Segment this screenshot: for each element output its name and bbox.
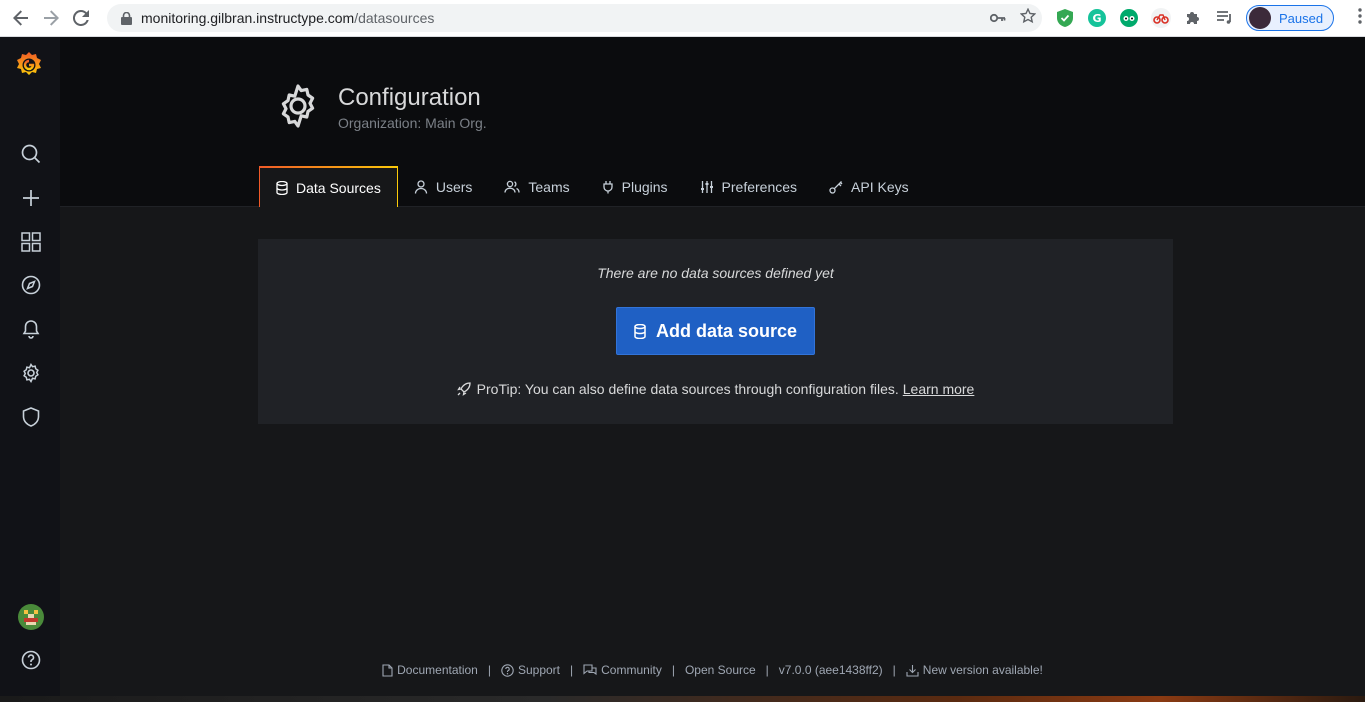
- footer-separator: |: [671, 663, 675, 677]
- lock-icon: [119, 11, 133, 25]
- star-icon[interactable]: [1019, 7, 1037, 27]
- footer-separator: |: [487, 663, 491, 677]
- puzzle-icon[interactable]: [1182, 7, 1204, 29]
- open-source-link[interactable]: Open Source: [685, 663, 756, 677]
- page-subtitle: Organization: Main Org.: [338, 115, 487, 131]
- arrow-right-icon: [44, 10, 59, 26]
- tab-label: Data Sources: [296, 179, 381, 196]
- page-title: Configuration: [338, 84, 481, 111]
- page-header: Configuration Organization: Main Org. Da…: [60, 37, 1365, 207]
- shield-extension-icon[interactable]: [1054, 7, 1076, 29]
- main-content: Configuration Organization: Main Org. Da…: [60, 37, 1365, 702]
- profile-avatar: [1249, 7, 1271, 29]
- side-menu: [0, 37, 60, 702]
- footer-label: Open Source: [684, 663, 756, 677]
- tab-label: Users: [435, 178, 473, 195]
- bike-extension-icon[interactable]: [1150, 7, 1172, 29]
- arrow-left-icon: [13, 10, 28, 26]
- tab-data-sources[interactable]: Data Sources: [259, 166, 398, 207]
- button-label: Add data source: [655, 320, 798, 341]
- config-tabs: Data Sources Users Teams Plugins Prefere…: [259, 166, 925, 207]
- document-icon: [382, 663, 393, 677]
- user-avatar[interactable]: [15, 601, 47, 633]
- key-icon: [829, 180, 843, 194]
- tab-api-keys[interactable]: API Keys: [813, 166, 925, 207]
- grafana-logo-icon[interactable]: [13, 49, 45, 81]
- footer-separator: |: [765, 663, 769, 677]
- forward-button[interactable]: [36, 3, 66, 33]
- question-circle-icon: [501, 663, 514, 677]
- footer-separator: |: [570, 663, 574, 677]
- grammarly-icon[interactable]: G: [1086, 7, 1108, 29]
- url-path: /datasources: [354, 10, 435, 26]
- tab-label: API Keys: [851, 178, 909, 195]
- dashboards-icon[interactable]: [15, 226, 47, 258]
- tab-label: Preferences: [721, 178, 798, 195]
- compass-icon[interactable]: [15, 269, 47, 301]
- download-icon: [906, 664, 919, 677]
- community-link[interactable]: Community: [583, 663, 662, 677]
- tab-label: Teams: [528, 178, 570, 195]
- key-icon[interactable]: [989, 10, 1006, 26]
- tripadvisor-icon[interactable]: [1118, 7, 1140, 29]
- footer-separator: |: [892, 663, 896, 677]
- media-queue-icon[interactable]: [1214, 7, 1236, 29]
- browser-toolbar: monitoring.gilbran.instructype.com/datas…: [0, 0, 1365, 37]
- users-icon: [504, 180, 521, 194]
- desktop-background-strip: [0, 696, 1365, 702]
- tab-plugins[interactable]: Plugins: [586, 166, 684, 207]
- search-icon[interactable]: [15, 138, 47, 170]
- back-button[interactable]: [6, 3, 36, 33]
- empty-list-cta: There are no data sources defined yet Ad…: [258, 239, 1173, 424]
- profile-chip[interactable]: Paused: [1246, 5, 1335, 31]
- footer-label: Documentation: [397, 663, 478, 677]
- bell-icon[interactable]: [15, 313, 47, 345]
- user-icon: [414, 179, 428, 194]
- database-icon: [634, 323, 646, 339]
- reload-button[interactable]: [66, 3, 96, 33]
- learn-more-link[interactable]: Learn more: [903, 381, 975, 397]
- sliders-icon: [700, 180, 714, 194]
- protip: ProTip: You can also define data sources…: [258, 381, 1173, 397]
- add-data-source-button[interactable]: Add data source: [616, 307, 815, 355]
- database-icon: [276, 180, 288, 195]
- footer: Documentation | Support | Community | Op…: [60, 663, 1365, 677]
- tab-users[interactable]: Users: [398, 166, 489, 207]
- more-vert-icon[interactable]: [1350, 7, 1365, 29]
- tab-label: Plugins: [621, 178, 668, 195]
- url-text: monitoring.gilbran.instructype.com/datas…: [141, 10, 434, 26]
- help-icon[interactable]: [15, 644, 47, 676]
- comments-icon: [583, 663, 597, 677]
- svg-text:G: G: [1092, 12, 1101, 25]
- gear-icon[interactable]: [15, 357, 47, 389]
- tab-teams[interactable]: Teams: [488, 166, 585, 207]
- url-host: monitoring.gilbran.instructype.com: [141, 10, 355, 26]
- address-bar[interactable]: monitoring.gilbran.instructype.com/datas…: [107, 4, 1042, 32]
- reload-icon: [73, 10, 89, 26]
- tab-preferences[interactable]: Preferences: [684, 166, 813, 207]
- footer-label: Support: [517, 663, 561, 677]
- version-text: v7.0.0 (aee1438ff2): [779, 663, 883, 677]
- gear-icon: [275, 83, 321, 129]
- shield-icon[interactable]: [15, 401, 47, 433]
- plug-icon: [602, 180, 614, 194]
- footer-label: Community: [601, 663, 662, 677]
- footer-label: New version available!: [922, 663, 1043, 677]
- support-link[interactable]: Support: [501, 663, 560, 677]
- rocket-icon: [456, 382, 471, 396]
- profile-status: Paused: [1279, 10, 1324, 26]
- empty-state-title: There are no data sources defined yet: [597, 265, 834, 281]
- plus-icon[interactable]: [15, 182, 47, 214]
- protip-text: ProTip: You can also define data sources…: [476, 381, 899, 397]
- documentation-link[interactable]: Documentation: [382, 663, 478, 677]
- new-version-link[interactable]: New version available!: [906, 663, 1043, 677]
- footer-label: v7.0.0 (aee1438ff2): [778, 663, 883, 677]
